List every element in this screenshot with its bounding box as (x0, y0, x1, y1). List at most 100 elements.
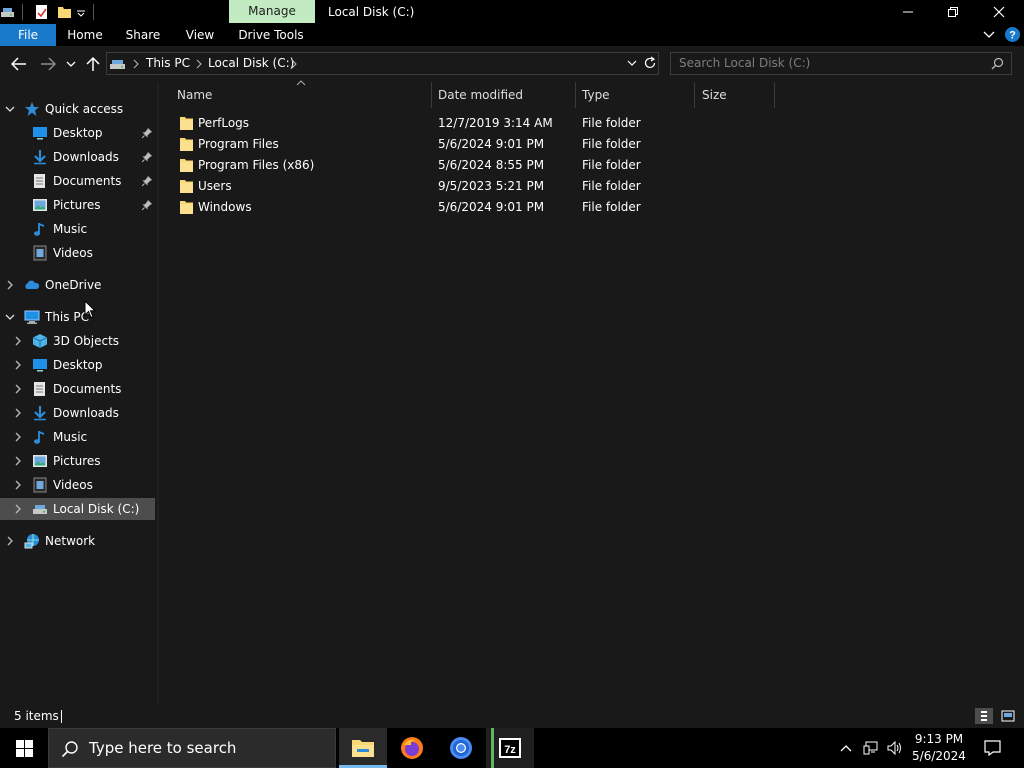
nav-qa-music[interactable]: Music (0, 218, 155, 240)
chevron-right-icon[interactable] (12, 407, 24, 419)
network-tray-button[interactable] (861, 728, 881, 768)
chevron-right-icon[interactable] (12, 455, 24, 467)
chevron-right-icon[interactable] (12, 383, 24, 395)
nav-quick-access[interactable]: Quick access (0, 98, 155, 120)
recent-locations-button[interactable] (63, 54, 79, 74)
column-header-type[interactable]: Type (582, 82, 694, 108)
chevron-right-icon[interactable] (4, 535, 16, 547)
start-button[interactable] (0, 728, 48, 768)
customize-toolbar-icon[interactable] (75, 4, 91, 20)
file-name[interactable]: Users (198, 176, 232, 197)
taskbar-app-file-explorer[interactable] (339, 728, 387, 768)
show-hidden-icons-button[interactable] (836, 728, 856, 768)
nav-qa-documents[interactable]: Documents (0, 170, 155, 192)
breadcrumb-separator-icon[interactable] (195, 59, 203, 69)
chevron-right-icon[interactable] (4, 279, 16, 291)
taskbar-app-chrome[interactable] (437, 728, 485, 768)
nav-pc-3d-objects[interactable]: 3D Objects (0, 330, 155, 352)
nav-pc-music[interactable]: Music (0, 426, 155, 448)
forward-button[interactable] (38, 54, 58, 74)
taskbar-search-placeholder[interactable]: Type here to search (89, 729, 236, 768)
nav-pc-pictures[interactable]: Pictures (0, 450, 155, 472)
help-button[interactable]: ? (1004, 26, 1021, 43)
tab-view[interactable]: View (180, 24, 220, 46)
drive-icon[interactable] (0, 4, 16, 20)
nav-pc-downloads[interactable]: Downloads (0, 402, 155, 424)
column-header-size[interactable]: Size (702, 82, 774, 108)
pin-icon[interactable] (141, 199, 153, 211)
taskbar-app-firefox[interactable] (388, 728, 436, 768)
expand-ribbon-button[interactable] (982, 29, 996, 41)
search-placeholder[interactable]: Search Local Disk (C:) (679, 53, 810, 74)
nav-pc-desktop[interactable]: Desktop (0, 354, 155, 376)
search-box[interactable]: Search Local Disk (C:) (670, 52, 1012, 75)
nav-network[interactable]: Network (0, 530, 155, 552)
file-name[interactable]: Program Files (198, 134, 279, 155)
search-icon[interactable] (991, 57, 1004, 70)
column-header-date-modified[interactable]: Date modified (438, 82, 575, 108)
tab-file[interactable]: File (0, 24, 56, 46)
tab-share[interactable]: Share (121, 24, 165, 46)
action-center-button[interactable] (978, 728, 1006, 768)
nav-label: Music (53, 430, 88, 444)
chevron-right-icon[interactable] (12, 503, 24, 515)
nav-qa-videos[interactable]: Videos (0, 242, 155, 264)
breadcrumb-local-disk[interactable]: Local Disk (C:) (208, 53, 294, 74)
taskbar-app-7zip[interactable]: 7z (486, 728, 534, 768)
large-icons-view-button[interactable] (999, 708, 1017, 724)
file-name[interactable]: Windows (198, 197, 252, 218)
close-button[interactable] (976, 0, 1022, 24)
chevron-right-icon[interactable] (12, 479, 24, 491)
details-view-button[interactable] (975, 708, 993, 724)
column-divider[interactable] (774, 82, 775, 108)
properties-icon[interactable] (34, 4, 50, 20)
file-name[interactable]: PerfLogs (198, 113, 249, 134)
item-count: 5 items (14, 709, 59, 723)
nav-onedrive[interactable]: OneDrive (0, 274, 155, 296)
nav-qa-desktop[interactable]: Desktop (0, 122, 155, 144)
column-header-name[interactable]: Name (177, 82, 431, 108)
clock[interactable]: 9:13 PM 5/6/2024 (906, 728, 972, 768)
address-history-button[interactable] (627, 59, 637, 67)
table-row[interactable]: Windows 5/6/2024 9:01 PM File folder (171, 197, 791, 218)
nav-pc-local-disk[interactable]: Local Disk (C:) (0, 498, 155, 520)
volume-tray-button[interactable] (885, 728, 905, 768)
chevron-right-icon[interactable] (12, 431, 24, 443)
arrow-left-icon (11, 57, 26, 71)
pin-icon[interactable] (141, 175, 153, 187)
chevron-down-icon[interactable] (4, 103, 16, 115)
tab-manage[interactable]: Manage (229, 0, 315, 23)
minimize-button[interactable] (885, 0, 931, 24)
chevron-down-icon[interactable] (4, 311, 16, 323)
help-icon: ? (1005, 27, 1020, 42)
table-row[interactable]: Users 9/5/2023 5:21 PM File folder (171, 176, 791, 197)
column-divider[interactable] (575, 82, 576, 108)
chevron-right-icon[interactable] (12, 359, 24, 371)
pin-icon[interactable] (141, 151, 153, 163)
pin-icon[interactable] (141, 127, 153, 139)
restore-button[interactable] (930, 0, 976, 24)
breadcrumb-separator-icon[interactable] (290, 59, 298, 69)
nav-pc-videos[interactable]: Videos (0, 474, 155, 496)
nav-qa-downloads[interactable]: Downloads (0, 146, 155, 168)
nav-qa-pictures[interactable]: Pictures (0, 194, 155, 216)
taskbar-search-box[interactable]: Type here to search (48, 728, 336, 768)
breadcrumb-this-pc[interactable]: This PC (146, 53, 190, 74)
breadcrumb-separator-icon[interactable] (132, 59, 140, 69)
column-divider[interactable] (431, 82, 432, 108)
table-row[interactable]: Program Files 5/6/2024 9:01 PM File fold… (171, 134, 791, 155)
back-button[interactable] (9, 54, 29, 74)
table-row[interactable]: Program Files (x86) 5/6/2024 8:55 PM Fil… (171, 155, 791, 176)
address-bar[interactable]: This PC Local Disk (C:) (106, 52, 659, 75)
tab-home[interactable]: Home (62, 24, 108, 46)
refresh-button[interactable] (643, 56, 657, 70)
tab-drive-tools[interactable]: Drive Tools (236, 24, 306, 46)
up-button[interactable] (83, 54, 103, 74)
chevron-right-icon[interactable] (12, 335, 24, 347)
file-name[interactable]: Program Files (x86) (198, 155, 314, 176)
nav-this-pc[interactable]: This PC (0, 306, 155, 328)
nav-pc-documents[interactable]: Documents (0, 378, 155, 400)
table-row[interactable]: PerfLogs 12/7/2019 3:14 AM File folder (171, 113, 791, 134)
column-divider[interactable] (694, 82, 695, 108)
new-folder-icon[interactable] (57, 4, 73, 20)
